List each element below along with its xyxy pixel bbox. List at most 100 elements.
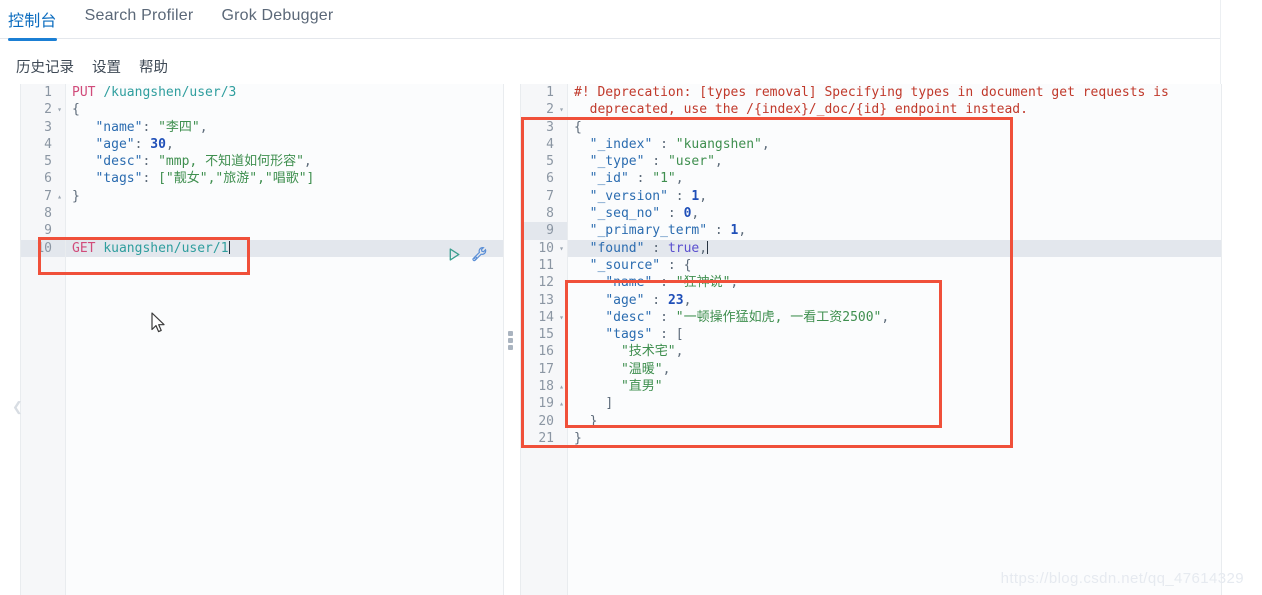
line-number: 3 (546, 119, 554, 135)
code-line[interactable]: "_type" : "user", (568, 153, 1221, 170)
code-token: : (644, 154, 668, 170)
code-line[interactable]: "温暖", (568, 361, 1221, 378)
code-token: "温暖" (620, 361, 663, 377)
response-output-panel[interactable]: 1 2 ▾ 3 4 5 6 7 8 9 10 ▾ 11 12 13 14 ▾ 15 16 17 18 ▴ 19 ▴ 20 21 #… (520, 84, 1222, 595)
code-line[interactable]: "name": "李四", (66, 119, 503, 136)
tab-console[interactable]: 控制台 (8, 0, 57, 41)
code-token: : (134, 136, 151, 152)
tab-grok-debugger[interactable]: Grok Debugger (221, 0, 333, 35)
menu-item-help[interactable]: 帮助 (139, 56, 168, 77)
console-menu-bar: 历史记录 设置 帮助 (0, 48, 1220, 85)
menu-item-settings[interactable]: 设置 (92, 56, 121, 77)
request-editor-code[interactable]: PUT /kuangshen/user/3{ "name": "李四", "ag… (66, 84, 503, 595)
code-line[interactable]: "_version" : 1, (568, 188, 1221, 205)
code-token: "age" (95, 136, 135, 152)
panel-splitter-handle[interactable] (506, 329, 515, 353)
line-number: 13 (538, 292, 554, 308)
code-token: } (574, 430, 582, 446)
code-line[interactable] (66, 205, 503, 222)
code-line[interactable]: } (568, 413, 1221, 430)
fold-arrow-icon[interactable]: ▴ (559, 395, 564, 412)
line-number: 1 (44, 85, 52, 100)
code-line[interactable]: } (568, 430, 1221, 447)
line-number: 21 (538, 430, 554, 446)
code-line[interactable] (568, 447, 1221, 464)
code-line[interactable]: "_primary_term" : 1, (568, 222, 1221, 239)
response-output-code[interactable]: #! Deprecation: [types removal] Specifyi… (568, 84, 1221, 595)
code-token: deprecated, use the /{index}/_doc/{id} e… (574, 102, 1028, 118)
code-token: { (574, 119, 582, 135)
code-line[interactable]: { (568, 119, 1221, 136)
line-number: 4 (546, 136, 554, 152)
play-icon[interactable] (447, 247, 462, 262)
code-line[interactable]: "age": 30, (66, 136, 503, 153)
chevron-left-icon[interactable]: ❮ (12, 399, 23, 415)
code-line[interactable]: "desc": "mmp, 不知道如何形容", (66, 153, 503, 170)
code-line[interactable]: "直男" (568, 378, 1221, 395)
code-token: "mmp, 不知道如何形容" (158, 154, 304, 170)
code-token: : (142, 171, 159, 187)
code-line[interactable]: "tags" : [ (568, 326, 1221, 343)
code-token: true (667, 240, 700, 256)
code-token: PUT (72, 85, 96, 100)
editor-action-group (447, 246, 487, 262)
code-line[interactable]: "技术宅", (568, 343, 1221, 360)
code-token: "tags" (95, 171, 143, 187)
fold-arrow-icon[interactable]: ▴ (559, 378, 564, 395)
code-token: "found" (589, 240, 645, 256)
line-number: 6 (546, 171, 554, 187)
menu-item-history-label: 历史记录 (16, 59, 74, 76)
fold-arrow-icon[interactable]: ▾ (559, 101, 564, 118)
code-line[interactable]: "desc" : "一顿操作猛如虎, 一看工资2500", (568, 309, 1221, 326)
code-line[interactable]: "age" : 23, (568, 292, 1221, 309)
request-editor-panel[interactable]: 1 2 ▾ 3 4 5 6 7 ▴ 8 9 10 PUT /kuangshen/user/3{ "na… (20, 84, 504, 595)
code-line[interactable]: "tags": ["靓女","旅游","唱歌"] (66, 170, 503, 187)
code-line[interactable] (66, 222, 503, 239)
code-token: "_primary_term" (589, 223, 708, 239)
tab-search-profiler[interactable]: Search Profiler (85, 0, 194, 35)
line-number: 2 ▾ (44, 101, 62, 118)
fold-arrow-icon[interactable]: ▴ (57, 188, 62, 205)
fold-arrow-icon[interactable]: ▾ (57, 101, 62, 118)
line-number: 5 (546, 154, 554, 170)
code-line[interactable]: "_seq_no" : 0, (568, 205, 1221, 222)
code-token: "desc" (95, 154, 143, 170)
line-number: 4 (44, 136, 52, 152)
code-line[interactable]: "_index" : "kuangshen", (568, 136, 1221, 153)
code-token: "技术宅" (620, 344, 676, 360)
code-line[interactable]: ] (568, 395, 1221, 412)
code-line[interactable]: { (66, 101, 503, 118)
code-line[interactable]: GET kuangshen/user/1 (66, 239, 503, 257)
code-token: ["靓女","旅游","唱歌"] (158, 171, 315, 187)
deprecation-warning-line: deprecated, use the /{index}/_doc/{id} e… (568, 101, 1221, 118)
line-number: 7 ▴ (44, 188, 62, 205)
code-line[interactable]: "_source" : { (568, 257, 1221, 274)
code-token: "李四" (158, 119, 200, 135)
fold-arrow-icon[interactable]: ▾ (559, 309, 564, 326)
code-line[interactable]: PUT /kuangshen/user/3 (66, 84, 503, 101)
code-line[interactable]: "found" : true, (568, 239, 1221, 257)
code-token: : (644, 292, 668, 308)
code-token: { (72, 102, 80, 118)
line-number: 5 (44, 154, 52, 170)
code-token: : (652, 275, 676, 291)
code-line[interactable]: } (66, 188, 503, 205)
menu-item-history[interactable]: 历史记录 (16, 56, 74, 77)
line-number: 8 (44, 206, 52, 222)
code-line[interactable]: "name" : "狂神说", (568, 274, 1221, 291)
line-number: 19 ▴ (538, 395, 564, 412)
code-token: "狂神说" (675, 275, 731, 291)
code-token: , (738, 223, 747, 239)
fold-arrow-icon[interactable]: ▾ (559, 240, 564, 257)
code-token: { (683, 257, 692, 273)
code-token: , (761, 136, 770, 152)
code-line[interactable]: "_id" : "1", (568, 170, 1221, 187)
wrench-icon[interactable] (471, 246, 487, 262)
code-token: "desc" (605, 309, 653, 325)
